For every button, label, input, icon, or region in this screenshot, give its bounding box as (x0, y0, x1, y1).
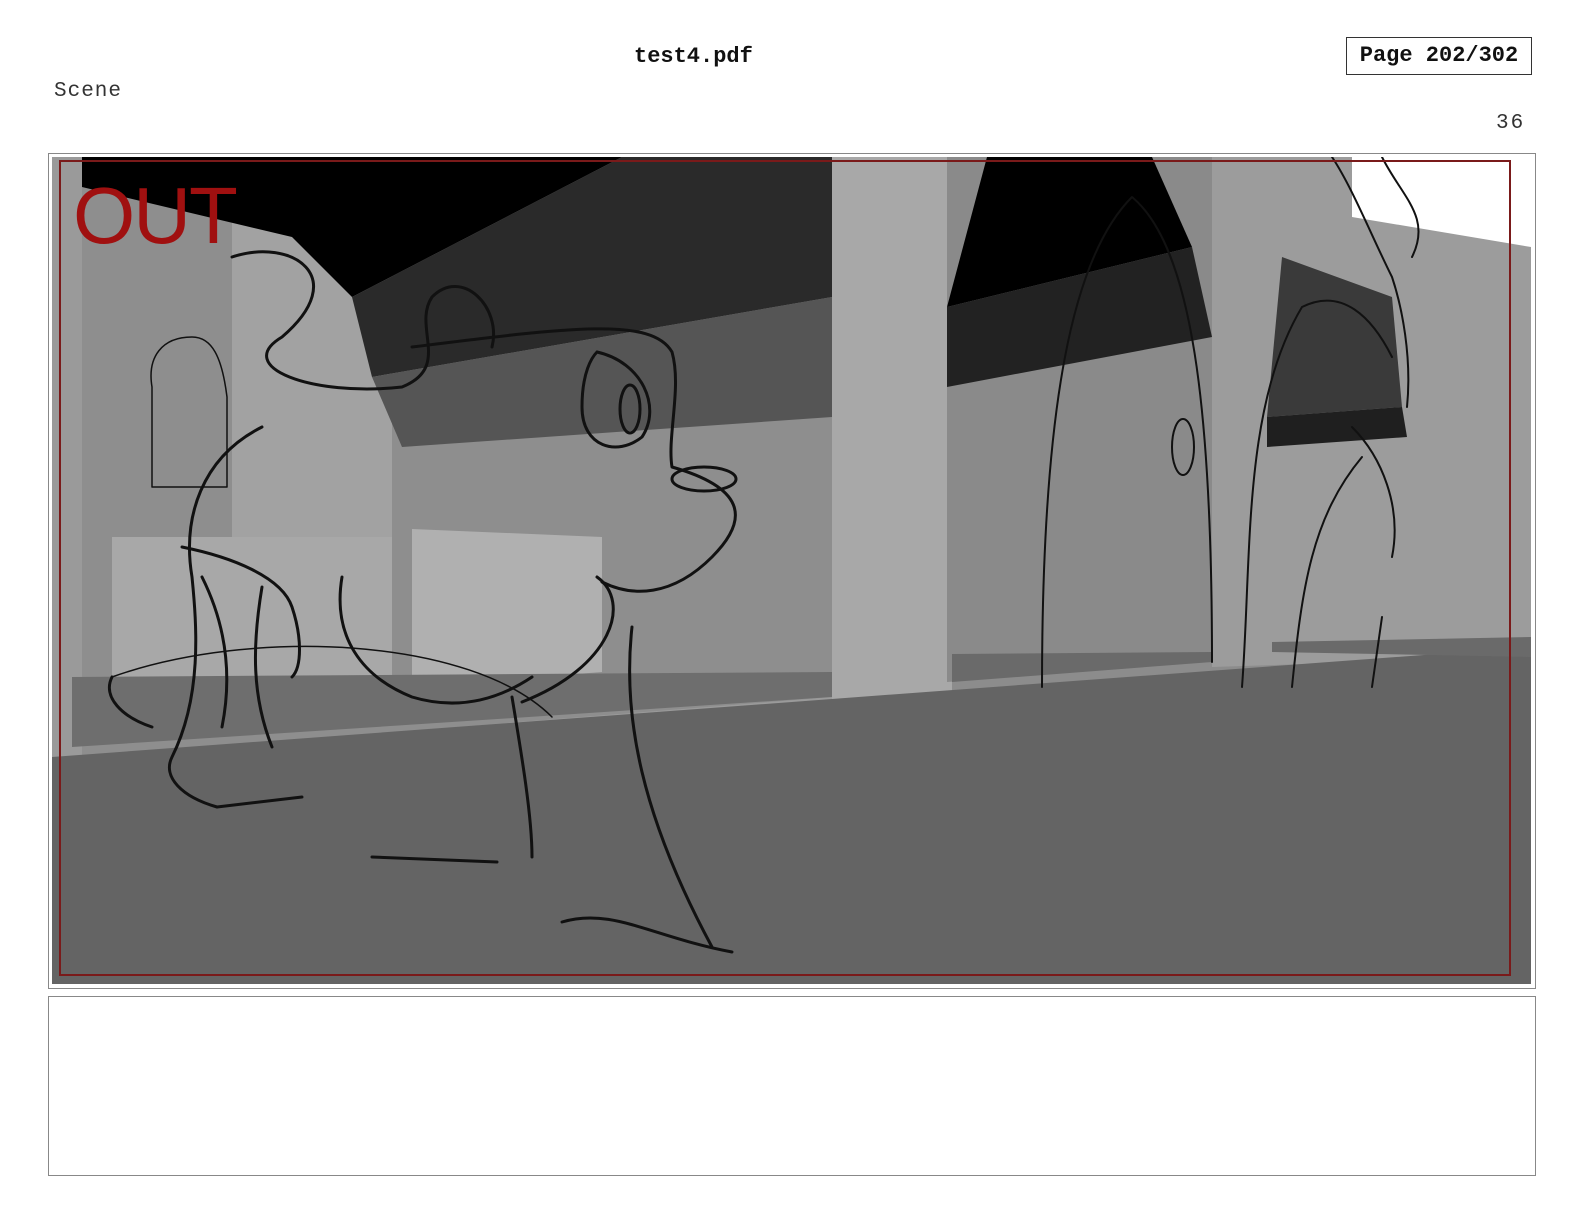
panel-number: 36 (1496, 112, 1526, 135)
scene-label: Scene (54, 80, 123, 103)
document-title: test4.pdf (634, 44, 753, 69)
page-indicator: Page 202/302 (1346, 37, 1532, 75)
storyboard-sketch (52, 157, 1531, 984)
storyboard-panel: OUT (48, 153, 1536, 989)
panel-notes-box (48, 996, 1536, 1176)
out-marker: OUT (73, 171, 238, 260)
